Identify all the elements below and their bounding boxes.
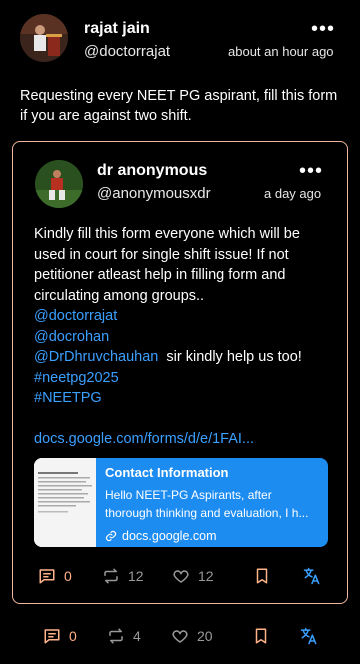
repost-icon	[104, 568, 118, 584]
post-time: about an hour ago	[228, 44, 334, 59]
quoted-post-text: Kindly fill this form everyone which wil…	[34, 224, 334, 450]
translate-button[interactable]	[302, 566, 322, 586]
main-comment-count: 0	[69, 628, 77, 644]
card-title: Contact Information	[105, 465, 229, 480]
author-handle[interactable]: @doctorrajat	[84, 43, 170, 60]
card-thumbnail	[34, 458, 96, 547]
comment-icon	[39, 569, 55, 584]
body-line: petitioner atleast help in filling form …	[34, 267, 286, 283]
main-like-button[interactable]: 20	[171, 627, 213, 645]
main-bookmark-button[interactable]	[253, 627, 269, 645]
quoted-author-name[interactable]: dr anonymous	[97, 162, 207, 180]
link-preview-card[interactable]: Contact Information Hello NEET-PG Aspira…	[34, 458, 328, 547]
mention-link[interactable]: @doctorrajat	[34, 308, 117, 324]
quoted-post[interactable]: dr anonymous @anonymousxdr ••• a day ago…	[12, 141, 348, 604]
bookmark-button[interactable]	[254, 567, 270, 585]
like-count: 12	[198, 568, 214, 584]
avatar-image	[20, 14, 68, 62]
main-comment-button[interactable]: 0	[43, 627, 77, 645]
translate-icon	[300, 627, 317, 645]
body-line: circulating among groups..	[34, 287, 205, 304]
quoted-author-avatar[interactable]	[35, 160, 83, 208]
comment-count: 0	[64, 568, 72, 584]
post-header: rajat jain @doctorrajat ••• about an hou…	[0, 0, 360, 80]
hashtag-link[interactable]: #neetpg2025	[34, 370, 119, 386]
main-translate-button[interactable]	[299, 626, 319, 646]
bookmark-icon	[256, 568, 268, 584]
card-description: Hello NEET-PG Aspirants, after thorough …	[105, 488, 309, 520]
main-repost-button[interactable]: 4	[107, 627, 141, 645]
body-line: Kindly fill this form everyone which wil…	[34, 226, 300, 242]
heart-icon	[173, 570, 189, 583]
translate-icon	[303, 567, 320, 585]
more-horizontal-icon[interactable]: •••	[311, 19, 335, 39]
repost-icon	[109, 628, 123, 644]
quoted-post-time: a day ago	[264, 186, 322, 201]
repost-button[interactable]: 12	[102, 567, 144, 585]
main-repost-count: 4	[133, 628, 141, 644]
quoted-more-horizontal-icon[interactable]: •••	[299, 161, 323, 181]
mention-link[interactable]: @DrDhruvchauhan	[34, 349, 158, 365]
mention-suffix-text: sir kindly help us too!	[158, 349, 302, 365]
main-like-count: 20	[197, 628, 213, 644]
link-icon	[105, 530, 117, 542]
card-domain-text: docs.google.com	[122, 529, 217, 543]
body-line: used in court for single shift issue! If…	[34, 246, 289, 263]
quoted-avatar-image	[35, 160, 83, 208]
mention-link[interactable]: @docrohan	[34, 329, 109, 345]
comment-button[interactable]: 0	[38, 567, 72, 585]
hashtag-link[interactable]: #NEETPG	[34, 390, 102, 406]
post-text: Requesting every NEET PG aspirant, fill …	[20, 88, 338, 124]
author-avatar[interactable]	[20, 14, 68, 62]
author-name[interactable]: rajat jain	[84, 20, 150, 38]
url-link[interactable]: docs.google.com/forms/d/e/1FAI...	[34, 431, 254, 447]
heart-icon	[172, 630, 188, 643]
bookmark-icon	[255, 628, 267, 644]
repost-count: 12	[128, 568, 144, 584]
card-domain: docs.google.com	[105, 529, 217, 543]
comment-icon	[44, 629, 60, 644]
quoted-author-handle[interactable]: @anonymousxdr	[97, 185, 211, 202]
like-button[interactable]: 12	[172, 567, 214, 585]
